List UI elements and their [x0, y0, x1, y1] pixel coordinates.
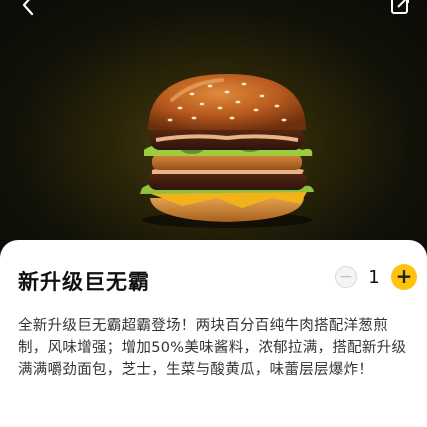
increase-quantity-button[interactable]: +	[391, 264, 417, 290]
share-button[interactable]	[389, 0, 411, 16]
quantity-stepper: − 1 +	[335, 264, 417, 290]
share-icon	[391, 0, 409, 14]
quantity-value: 1	[368, 266, 380, 288]
product-hero-image	[0, 0, 427, 260]
burger-image	[140, 74, 314, 228]
product-description: 全新升级巨无霸超霸登场！两块百分百纯牛肉搭配洋葱煎制，风味增强；增加50%美味酱…	[18, 318, 407, 378]
product-title: 新升级巨无霸	[18, 270, 150, 294]
decrease-quantity-button[interactable]: −	[335, 266, 357, 288]
back-arrow-icon	[22, 0, 34, 16]
back-button[interactable]	[18, 0, 40, 16]
product-info-sheet: 新升级巨无霸 − 1 + 全新升级巨无霸超霸登场！两块百分百纯牛肉搭配洋葱煎制，…	[0, 240, 427, 427]
product-detail-screen: 新升级巨无霸 − 1 + 全新升级巨无霸超霸登场！两块百分百纯牛肉搭配洋葱煎制，…	[0, 0, 427, 427]
